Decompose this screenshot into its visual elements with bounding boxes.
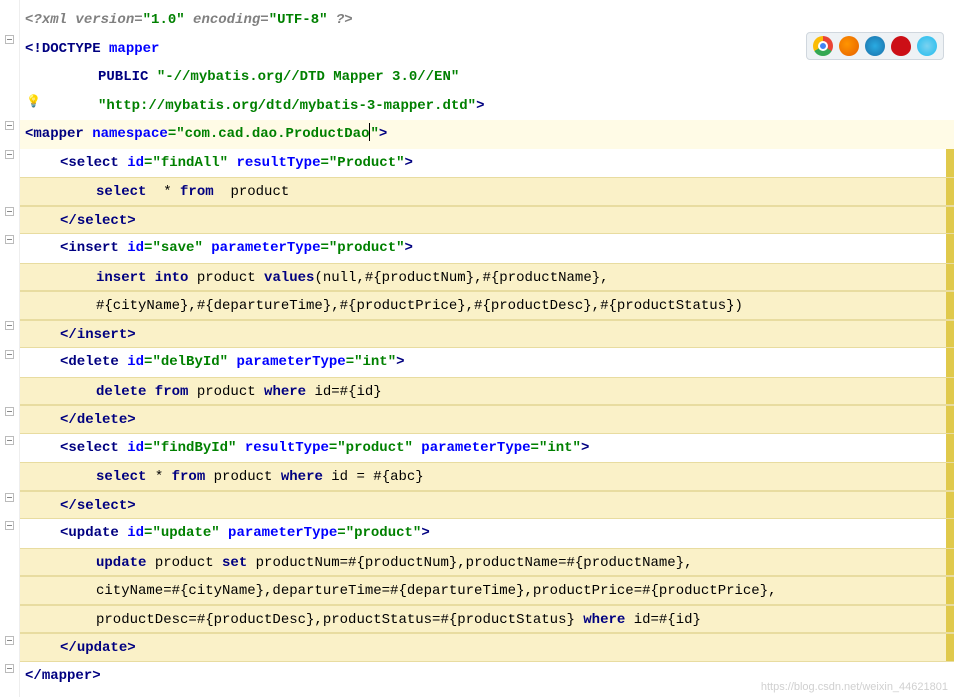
- warning-stripe: [946, 463, 954, 490]
- fold-marker[interactable]: [5, 436, 14, 445]
- fold-marker[interactable]: [5, 407, 14, 416]
- fold-marker[interactable]: [5, 121, 14, 130]
- code-line: PUBLIC "-//mybatis.org//DTD Mapper 3.0//…: [20, 63, 954, 92]
- warning-stripe: [946, 178, 954, 205]
- code-line: <select id="findById" resultType="produc…: [20, 434, 954, 463]
- code-line: </select>: [20, 491, 954, 520]
- warning-stripe: [946, 519, 954, 548]
- fold-marker[interactable]: [5, 235, 14, 244]
- fold-marker[interactable]: [5, 35, 14, 44]
- fold-marker[interactable]: [5, 521, 14, 530]
- warning-stripe: [946, 234, 954, 263]
- editor-gutter: [0, 0, 20, 697]
- watermark-text: https://blog.csdn.net/weixin_44621801: [761, 681, 948, 693]
- code-line: cityName=#{cityName},departureTime=#{dep…: [20, 576, 954, 605]
- warning-stripe: [946, 492, 954, 519]
- code-line: <?xml version="1.0" encoding="UTF-8" ?>: [20, 6, 954, 35]
- code-line: </insert>: [20, 320, 954, 349]
- code-line: delete from product where id=#{id}: [20, 377, 954, 406]
- warning-stripe: [946, 434, 954, 463]
- code-line: <delete id="delById" parameterType="int"…: [20, 348, 954, 377]
- code-line: </select>: [20, 206, 954, 235]
- code-line: </update>: [20, 633, 954, 662]
- warning-stripe: [946, 406, 954, 433]
- warning-stripe: [946, 149, 954, 178]
- code-line-current: <mapper namespace="com.cad.dao.ProductDa…: [20, 120, 954, 149]
- code-line: <insert id="save" parameterType="product…: [20, 234, 954, 263]
- fold-marker[interactable]: [5, 350, 14, 359]
- fold-marker[interactable]: [5, 664, 14, 673]
- fold-marker[interactable]: [5, 150, 14, 159]
- code-line: update product set productNum=#{productN…: [20, 548, 954, 577]
- warning-stripe: [946, 207, 954, 234]
- warning-stripe: [946, 348, 954, 377]
- warning-stripe: [946, 606, 954, 633]
- code-line: productDesc=#{productDesc},productStatus…: [20, 605, 954, 634]
- fold-marker[interactable]: [5, 321, 14, 330]
- code-line: </delete>: [20, 405, 954, 434]
- code-editor[interactable]: <?xml version="1.0" encoding="UTF-8" ?> …: [20, 0, 954, 690]
- code-line: <!DOCTYPE mapper: [20, 35, 954, 64]
- warning-stripe: [946, 634, 954, 661]
- fold-marker[interactable]: [5, 493, 14, 502]
- code-line: <update id="update" parameterType="produ…: [20, 519, 954, 548]
- code-line: <select id="findAll" resultType="Product…: [20, 149, 954, 178]
- warning-stripe: [946, 577, 954, 604]
- code-line: insert into product values(null,#{produc…: [20, 263, 954, 292]
- warning-stripe: [946, 378, 954, 405]
- warning-stripe: [946, 292, 954, 319]
- warning-stripe: [946, 549, 954, 576]
- code-line: "http://mybatis.org/dtd/mybatis-3-mapper…: [20, 92, 954, 121]
- fold-marker[interactable]: [5, 636, 14, 645]
- warning-stripe: [946, 264, 954, 291]
- code-line: #{cityName},#{departureTime},#{productPr…: [20, 291, 954, 320]
- code-line: select * from product: [20, 177, 954, 206]
- code-line: select * from product where id = #{abc}: [20, 462, 954, 491]
- fold-marker[interactable]: [5, 207, 14, 216]
- warning-stripe: [946, 321, 954, 348]
